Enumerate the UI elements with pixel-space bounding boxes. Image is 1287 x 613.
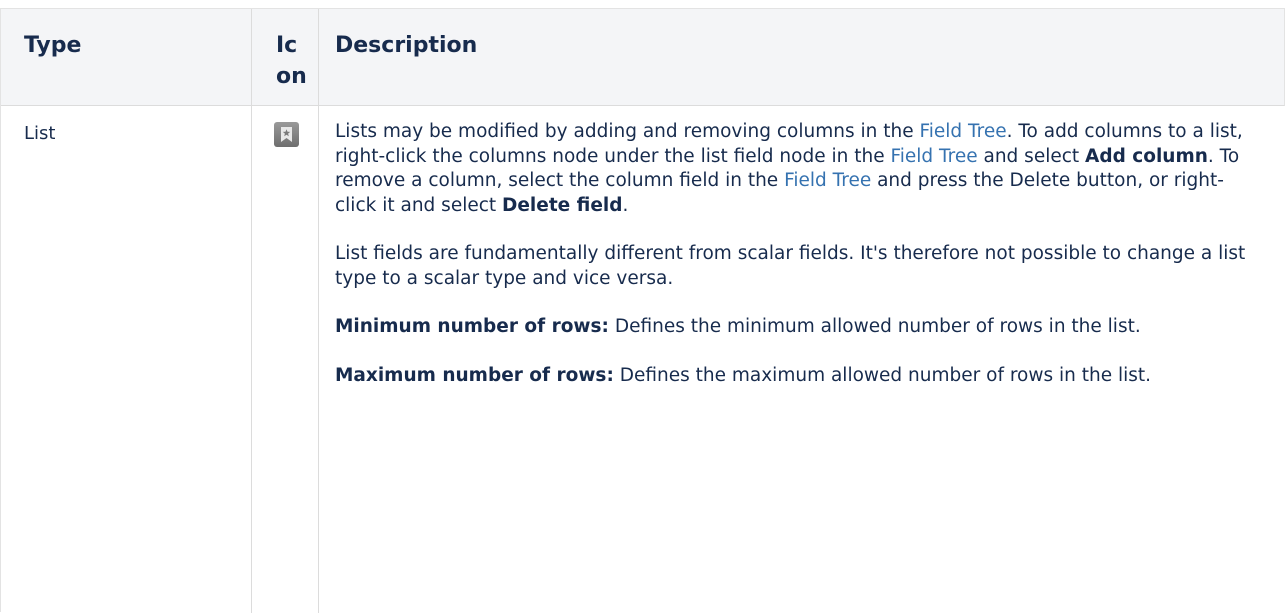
description-paragraph-2: List fields are fundamentally different …	[335, 243, 1246, 289]
text-segment: .	[622, 194, 629, 216]
text-segment: and select	[977, 145, 1086, 167]
description-paragraph-1: Lists may be modified by adding and remo…	[335, 120, 1265, 218]
delete-field-label: Delete field	[502, 194, 623, 216]
header-description: Description	[335, 33, 478, 58]
row-type-cell: List	[24, 123, 56, 144]
field-types-table: Type Icon Description List Lists may be …	[0, 8, 1285, 613]
column-divider	[318, 9, 319, 613]
text-segment: Defines the minimum allowed number of ro…	[608, 316, 1141, 337]
row-description-cell: Lists may be modified by adding and remo…	[335, 120, 1265, 412]
text-segment: Defines the maximum allowed number of ro…	[613, 364, 1152, 386]
field-tree-link[interactable]: Field Tree	[919, 121, 1006, 142]
add-column-label: Add column	[1085, 145, 1208, 167]
list-field-icon	[274, 122, 299, 147]
field-tree-link[interactable]: Field Tree	[784, 170, 871, 191]
header-type: Type	[24, 33, 82, 58]
minimum-rows-label: Minimum number of rows:	[335, 316, 609, 337]
description-paragraph-4: Maximum number of rows: Defines the maxi…	[335, 364, 1265, 389]
maximum-rows-label: Maximum number of rows:	[335, 364, 614, 386]
description-paragraph-3: Minimum number of rows: Defines the mini…	[335, 315, 1265, 340]
field-tree-link[interactable]: Field Tree	[890, 146, 977, 167]
table-header-row: Type Icon Description	[1, 9, 1285, 106]
text-segment: Lists may be modified by adding and remo…	[335, 121, 920, 142]
header-icon: Icon	[276, 33, 307, 89]
column-divider	[251, 9, 252, 613]
